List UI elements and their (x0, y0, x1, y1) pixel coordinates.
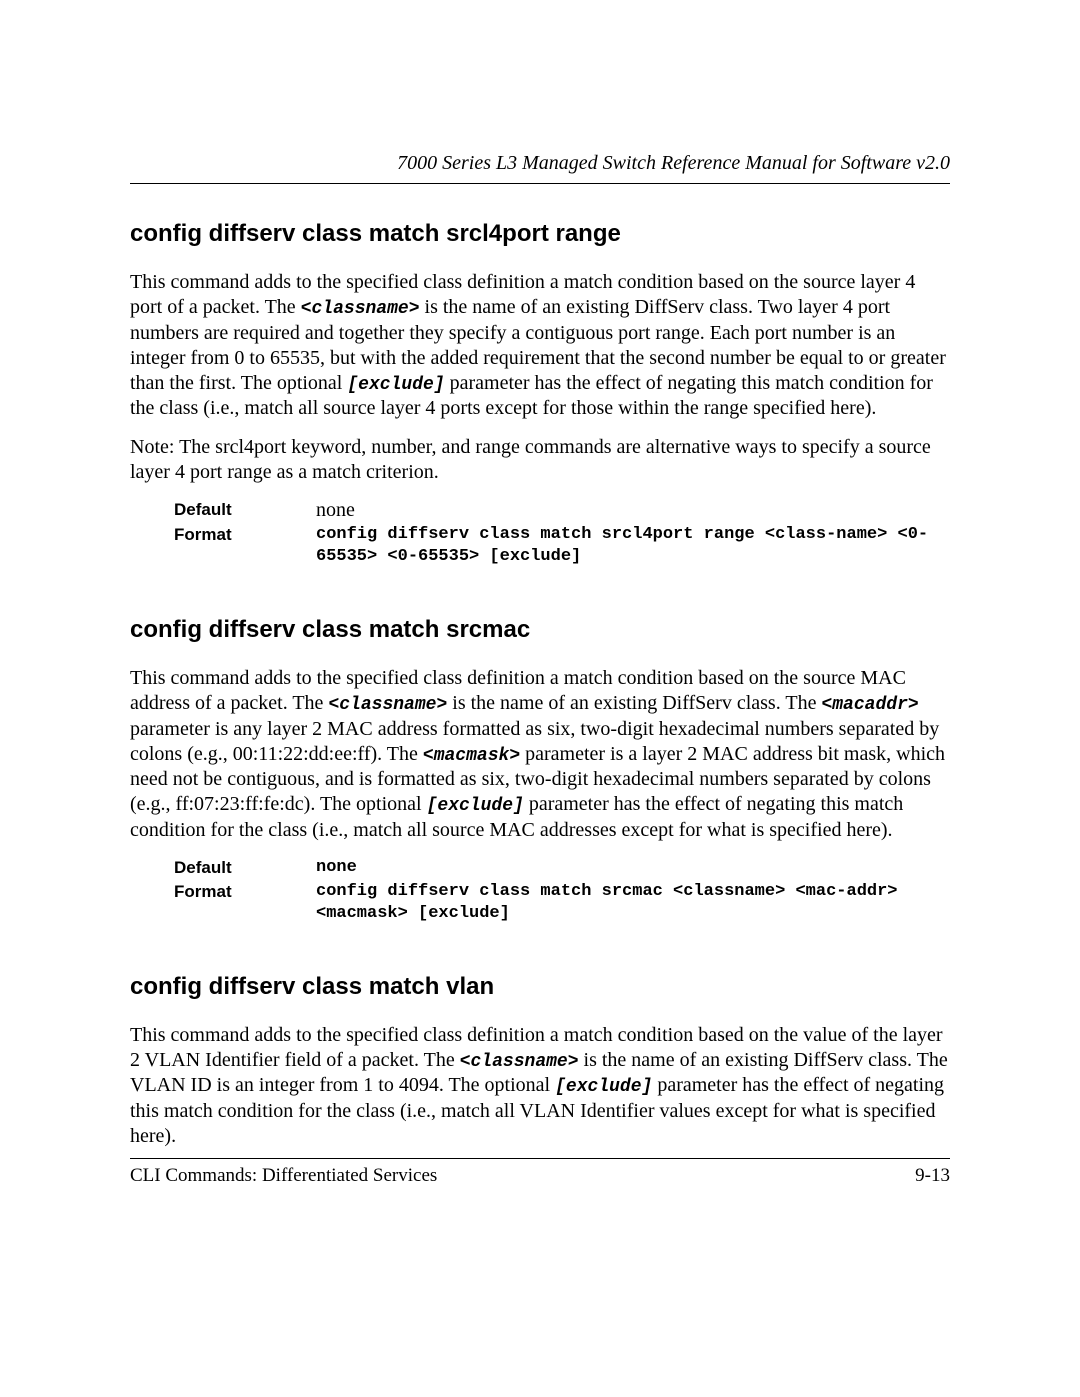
param-classname: <classname> (301, 299, 420, 319)
body-paragraph: Note: The srcl4port keyword, number, and… (130, 435, 950, 485)
default-value: none (316, 857, 357, 879)
default-label: Default (174, 499, 316, 520)
document-page: 7000 Series L3 Managed Switch Reference … (0, 0, 1080, 1397)
format-label: Format (174, 524, 316, 545)
format-value: config diffserv class match srcmac <clas… (316, 881, 950, 925)
section-heading: config diffserv class match vlan (130, 973, 950, 1001)
running-header: 7000 Series L3 Managed Switch Reference … (130, 152, 950, 184)
param-classname: <classname> (328, 695, 447, 715)
footer-page-number: 9-13 (915, 1165, 950, 1187)
default-row: Default none (174, 499, 950, 522)
definition-list: Default none Format config diffserv clas… (174, 499, 950, 568)
format-value: config diffserv class match srcl4port ra… (316, 524, 950, 568)
param-exclude: [exclude] (555, 1077, 652, 1097)
param-exclude: [exclude] (427, 796, 524, 816)
section-heading: config diffserv class match srcl4port ra… (130, 220, 950, 248)
param-exclude: [exclude] (347, 375, 444, 395)
format-row: Format config diffserv class match srcma… (174, 881, 950, 925)
format-row: Format config diffserv class match srcl4… (174, 524, 950, 568)
definition-list: Default none Format config diffserv clas… (174, 857, 950, 925)
default-row: Default none (174, 857, 950, 879)
section-heading: config diffserv class match srcmac (130, 616, 950, 644)
body-paragraph: This command adds to the specified class… (130, 666, 950, 843)
default-label: Default (174, 857, 316, 878)
text-run: is the name of an existing DiffServ clas… (447, 692, 821, 714)
default-value: none (316, 499, 355, 522)
format-label: Format (174, 881, 316, 902)
body-paragraph: This command adds to the specified class… (130, 1023, 950, 1149)
param-macaddr: <macaddr> (821, 695, 918, 715)
footer-left: CLI Commands: Differentiated Services (130, 1165, 437, 1187)
page-footer: CLI Commands: Differentiated Services 9-… (130, 1158, 950, 1187)
param-classname: <classname> (460, 1052, 579, 1072)
body-paragraph: This command adds to the specified class… (130, 270, 950, 421)
param-macmask: <macmask> (423, 746, 520, 766)
